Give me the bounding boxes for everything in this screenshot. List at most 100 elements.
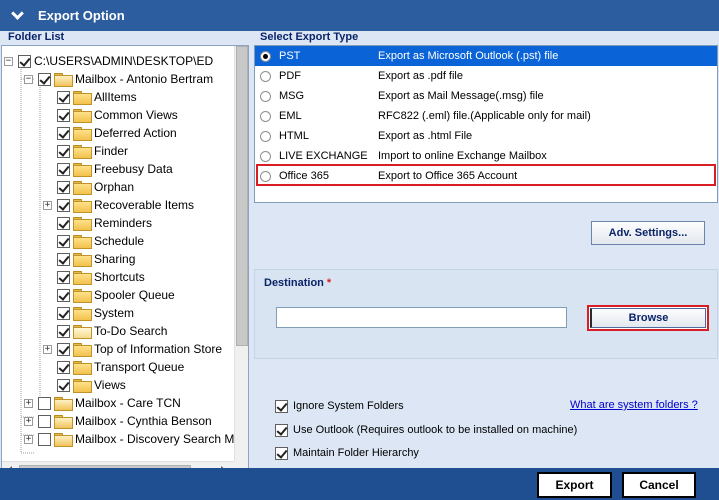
expand-icon[interactable]: + bbox=[24, 416, 33, 426]
folder-checkbox[interactable] bbox=[57, 216, 70, 230]
collapse-icon[interactable]: − bbox=[4, 56, 13, 66]
adv-settings-button[interactable]: Adv. Settings... bbox=[591, 221, 705, 245]
folder-tree-item[interactable]: − C:\USERS\ADMIN\DESKTOP\ED bbox=[4, 52, 213, 70]
folder-tree-item[interactable]: Shortcuts bbox=[57, 268, 145, 286]
ignore-system-folders-checkbox[interactable] bbox=[275, 399, 288, 413]
chevron-down-icon[interactable] bbox=[10, 6, 26, 24]
folder-tree-item[interactable]: Transport Queue bbox=[57, 358, 184, 376]
folder-checkbox[interactable] bbox=[57, 180, 70, 194]
footer-bar: Export Cancel bbox=[0, 468, 719, 500]
export-type-option[interactable]: HTML Export as .html File bbox=[255, 126, 717, 146]
expand-icon[interactable]: + bbox=[24, 398, 33, 408]
folder-icon bbox=[73, 379, 92, 393]
maintain-folder-hierarchy-checkbox[interactable] bbox=[275, 446, 288, 460]
todo-folder-icon bbox=[73, 325, 92, 339]
ignore-system-folders-label: Ignore System Folders bbox=[293, 400, 404, 412]
folder-checkbox[interactable] bbox=[38, 396, 51, 410]
collapse-icon[interactable]: − bbox=[24, 74, 33, 84]
folder-checkbox[interactable] bbox=[57, 270, 70, 284]
folder-checkbox[interactable] bbox=[38, 414, 51, 428]
folder-tree-item[interactable]: Deferred Action bbox=[57, 124, 177, 142]
export-type-radio[interactable] bbox=[260, 50, 271, 62]
folder-checkbox[interactable] bbox=[57, 198, 70, 212]
ignore-system-folders-option[interactable]: Ignore System Folders bbox=[275, 398, 404, 414]
browse-button[interactable]: Browse bbox=[590, 308, 706, 328]
export-type-radio[interactable] bbox=[260, 150, 271, 162]
folder-tree-item[interactable]: Spooler Queue bbox=[57, 286, 175, 304]
folder-tree-item[interactable]: Orphan bbox=[57, 178, 134, 196]
export-type-option[interactable]: EML RFC822 (.eml) file.(Applicable only f… bbox=[255, 106, 717, 126]
folder-tree-item[interactable]: System bbox=[57, 304, 134, 322]
expand-icon[interactable]: + bbox=[43, 200, 52, 210]
maintain-folder-hierarchy-option[interactable]: Maintain Folder Hierarchy bbox=[275, 445, 419, 461]
folder-tree-item[interactable]: Schedule bbox=[57, 232, 144, 250]
folder-checkbox[interactable] bbox=[57, 90, 70, 104]
folder-tree-item[interactable]: AllItems bbox=[57, 88, 137, 106]
folder-tree-item[interactable]: + Top of Information Store bbox=[43, 340, 222, 358]
folder-tree-item[interactable]: + Mailbox - Cynthia Benson bbox=[24, 412, 212, 430]
use-outlook-checkbox[interactable] bbox=[275, 423, 288, 437]
export-type-description: Export as .html File bbox=[378, 130, 473, 142]
folder-checkbox[interactable] bbox=[57, 252, 70, 266]
export-type-list: Office 365 Export to Office 365 Account LI… bbox=[254, 45, 718, 203]
folder-checkbox[interactable] bbox=[57, 360, 70, 374]
folder-checkbox[interactable] bbox=[57, 306, 70, 320]
folder-tree-label: Spooler Queue bbox=[94, 288, 175, 302]
folder-tree-item[interactable]: + Mailbox - Care TCN bbox=[24, 394, 181, 412]
folder-checkbox[interactable] bbox=[57, 378, 70, 392]
folder-checkbox[interactable] bbox=[57, 108, 70, 122]
folder-checkbox[interactable] bbox=[57, 324, 70, 338]
folder-tree-item[interactable]: Reminders bbox=[57, 214, 152, 232]
export-button[interactable]: Export bbox=[537, 472, 612, 498]
destination-path-input[interactable] bbox=[276, 307, 567, 328]
export-type-radio[interactable] bbox=[260, 130, 271, 142]
folder-tree-item[interactable]: Sharing bbox=[57, 250, 135, 268]
folder-tree-label: Mailbox - Antonio Bertram bbox=[75, 72, 214, 86]
folder-icon bbox=[73, 343, 92, 357]
folder-tree-label: Mailbox - Discovery Search M bbox=[75, 432, 234, 446]
folder-checkbox[interactable] bbox=[57, 288, 70, 302]
export-type-option[interactable]: MSG Export as Mail Message(.msg) file bbox=[255, 86, 717, 106]
folder-checkbox[interactable] bbox=[57, 144, 70, 158]
live-exchange-highlight-box bbox=[256, 164, 716, 186]
export-type-option[interactable]: LIVE EXCHANGE Import to online Exchange M… bbox=[255, 146, 717, 166]
folder-tree-item[interactable]: Views bbox=[57, 376, 126, 394]
folder-checkbox[interactable] bbox=[57, 162, 70, 176]
folder-checkbox[interactable] bbox=[38, 72, 51, 86]
folder-tree-item[interactable]: Finder bbox=[57, 142, 128, 160]
folder-tree-item[interactable]: − Mailbox - Antonio Bertram bbox=[24, 70, 213, 88]
vertical-scroll-thumb[interactable] bbox=[236, 46, 248, 346]
expand-icon[interactable]: + bbox=[24, 434, 33, 444]
folder-checkbox[interactable] bbox=[57, 342, 70, 356]
cancel-button[interactable]: Cancel bbox=[622, 472, 696, 498]
folder-checkbox[interactable] bbox=[57, 234, 70, 248]
use-outlook-option[interactable]: Use Outlook (Requires outlook to be inst… bbox=[275, 422, 577, 438]
folder-tree-label: Views bbox=[94, 378, 126, 392]
folder-checkbox[interactable] bbox=[18, 54, 31, 68]
export-type-radio[interactable] bbox=[260, 70, 271, 82]
export-type-radio[interactable] bbox=[260, 110, 271, 122]
expand-icon[interactable]: + bbox=[43, 344, 52, 354]
export-type-name: PDF bbox=[279, 70, 301, 82]
system-folders-help-link[interactable]: What are system folders ? bbox=[570, 399, 698, 411]
folder-tree-label: To-Do Search bbox=[94, 324, 168, 338]
folder-checkbox[interactable] bbox=[57, 126, 70, 140]
browse-button-highlight: Browse bbox=[587, 305, 709, 331]
folder-tree-label: AllItems bbox=[94, 90, 137, 104]
export-type-radio[interactable] bbox=[260, 90, 271, 102]
export-type-description: Export as .pdf file bbox=[378, 70, 463, 82]
folder-tree-label: Top of Information Store bbox=[94, 342, 223, 356]
required-star: * bbox=[326, 277, 332, 289]
folder-tree-item[interactable]: + Mailbox - Discovery Search M bbox=[24, 430, 234, 448]
folder-tree-item[interactable]: Common Views bbox=[57, 106, 178, 124]
export-type-option[interactable]: PST Export as Microsoft Outlook (.pst) fi… bbox=[255, 46, 717, 66]
export-type-option[interactable]: PDF Export as .pdf file bbox=[255, 66, 717, 86]
folder-tree-item[interactable]: Freebusy Data bbox=[57, 160, 173, 178]
folder-checkbox[interactable] bbox=[38, 432, 51, 446]
export-type-header: Select Export Type bbox=[260, 31, 359, 43]
folder-tree-label: Finder bbox=[94, 144, 129, 158]
folder-icon bbox=[73, 307, 92, 321]
folder-tree-item[interactable]: + Recoverable Items bbox=[43, 196, 194, 214]
folder-tree-vertical-scrollbar[interactable] bbox=[234, 46, 248, 461]
folder-tree-item[interactable]: To-Do Search bbox=[57, 322, 167, 340]
